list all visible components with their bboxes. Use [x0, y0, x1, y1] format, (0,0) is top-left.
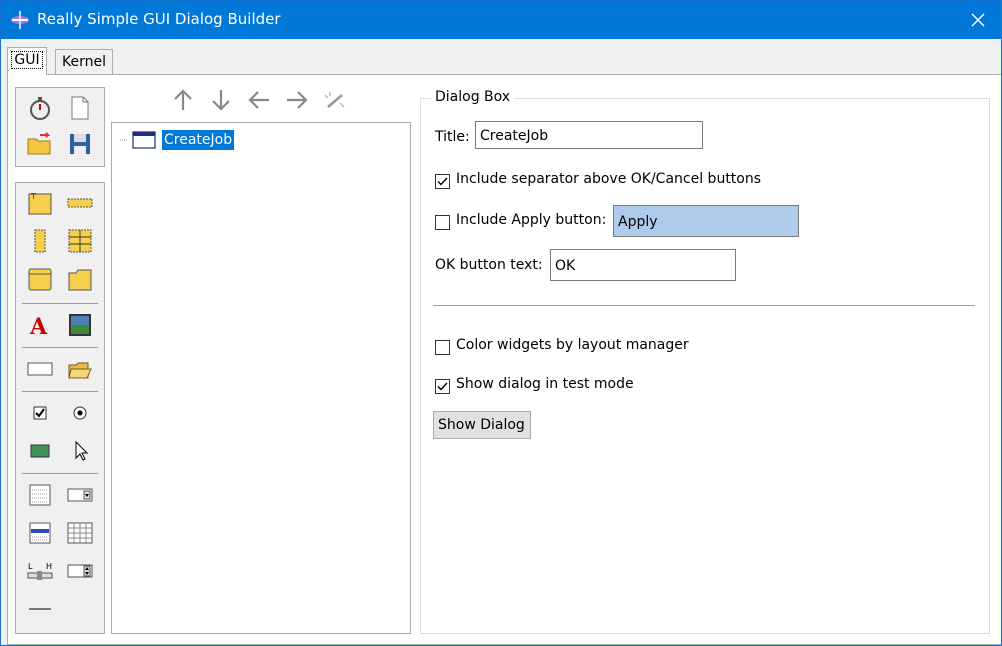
multiselect-list-icon[interactable]: [26, 519, 54, 547]
app-icon: [11, 11, 29, 29]
titled-frame-icon[interactable]: T: [26, 189, 54, 217]
group-separator: [433, 305, 975, 306]
window-title: Really Simple GUI Dialog Builder: [37, 10, 281, 28]
color-swatch-icon[interactable]: [26, 437, 54, 465]
checkbox-icon[interactable]: [26, 399, 54, 427]
column-frame-icon[interactable]: [26, 227, 54, 255]
row-frame-icon[interactable]: [66, 189, 94, 217]
dialog-box-group: Dialog Box Title: CreateJob Include sepa…: [420, 89, 990, 634]
color-widgets-label: Color widgets by layout manager: [456, 337, 689, 353]
tab-kernel-label: Kernel: [62, 54, 106, 70]
arrow-up-icon: [174, 89, 192, 110]
spinbox-icon[interactable]: [66, 557, 94, 585]
move-left-button[interactable]: [244, 87, 274, 113]
arrow-left-icon: [248, 91, 269, 109]
apply-checkbox-label: Include Apply button:: [456, 212, 607, 228]
label-text-icon[interactable]: A: [26, 311, 54, 339]
palette-separator: [22, 473, 98, 474]
auto-layout-button[interactable]: [320, 87, 350, 113]
move-up-button[interactable]: [168, 87, 198, 113]
move-right-button[interactable]: [282, 87, 312, 113]
palette-separator: [22, 391, 98, 392]
tabbed-frame-icon[interactable]: [26, 265, 54, 293]
ok-text-label: OK button text:: [435, 257, 543, 273]
move-down-button[interactable]: [206, 87, 236, 113]
file-tools-palette: [15, 87, 105, 167]
separator-checkbox[interactable]: [435, 174, 450, 189]
svg-text:H: H: [46, 562, 52, 571]
grid-frame-icon[interactable]: [66, 227, 94, 255]
radio-button-icon[interactable]: [66, 399, 94, 427]
magic-wand-icon: [324, 92, 345, 108]
title-bar[interactable]: Really Simple GUI Dialog Builder: [1, 1, 1001, 39]
folder-frame-icon[interactable]: [66, 265, 94, 293]
title-input[interactable]: CreateJob: [475, 121, 703, 149]
main-window: Really Simple GUI Dialog Builder GUI Ker…: [0, 0, 1002, 646]
tab-gui-label: GUI: [11, 51, 43, 69]
pointer-icon[interactable]: [66, 437, 94, 465]
new-file-icon[interactable]: [66, 94, 94, 122]
svg-text:A: A: [29, 314, 48, 338]
save-floppy-icon[interactable]: [66, 130, 94, 158]
close-button[interactable]: [955, 1, 1001, 39]
image-icon[interactable]: [66, 311, 94, 339]
svg-text:L: L: [28, 562, 33, 571]
tab-kernel[interactable]: Kernel: [55, 49, 113, 74]
tab-gui[interactable]: GUI: [7, 47, 47, 75]
svg-text:T: T: [30, 192, 36, 201]
widget-tree[interactable]: CreateJob: [111, 122, 411, 634]
close-icon: [971, 13, 985, 27]
arrow-down-icon: [212, 90, 230, 111]
combobox-icon[interactable]: [66, 481, 94, 509]
dialog-window-icon: [132, 131, 156, 149]
widget-palette: T A L H: [15, 182, 105, 634]
table-grid-icon[interactable]: [66, 519, 94, 547]
group-legend: Dialog Box: [431, 89, 515, 105]
palette-separator: [22, 347, 98, 348]
test-mode-checkbox[interactable]: [435, 379, 450, 394]
stopwatch-icon[interactable]: [26, 94, 54, 122]
gui-tab-page: T A L H CreateJob Dialog Box Title: Crea…: [7, 74, 1001, 645]
tree-connector: [120, 139, 128, 141]
open-folder-icon[interactable]: [26, 130, 54, 158]
slider-icon[interactable]: LH: [26, 557, 54, 585]
title-label: Title:: [435, 129, 470, 145]
test-mode-label: Show dialog in test mode: [456, 376, 634, 392]
show-dialog-button[interactable]: Show Dialog: [433, 411, 531, 439]
separator-line-icon[interactable]: [26, 595, 54, 623]
tree-node-label: CreateJob: [162, 130, 235, 150]
color-widgets-checkbox[interactable]: [435, 340, 450, 355]
checkmark-icon: [437, 382, 448, 391]
apply-checkbox[interactable]: [435, 215, 450, 230]
tree-node-root[interactable]: CreateJob: [120, 130, 235, 150]
separator-checkbox-label: Include separator above OK/Cancel button…: [456, 171, 762, 187]
file-browse-icon[interactable]: [66, 355, 94, 383]
palette-separator: [22, 303, 98, 304]
listbox-icon[interactable]: [26, 481, 54, 509]
arrow-right-icon: [287, 91, 308, 109]
ok-text-input[interactable]: OK: [550, 249, 736, 281]
apply-text-input[interactable]: Apply: [613, 205, 799, 237]
checkmark-icon: [437, 177, 448, 186]
text-entry-icon[interactable]: [26, 355, 54, 383]
